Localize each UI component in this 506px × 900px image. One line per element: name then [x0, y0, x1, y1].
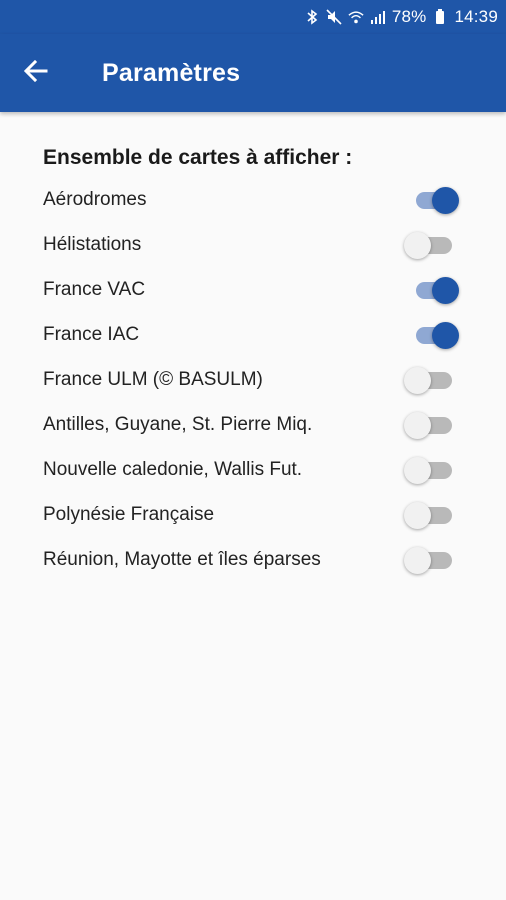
pref-label: Aérodromes [43, 188, 147, 210]
switch-thumb [432, 186, 459, 214]
switch-thumb [432, 321, 459, 349]
toggle-switch[interactable] [404, 497, 460, 533]
pref-row-aerodromes[interactable]: Aérodromes [0, 177, 506, 222]
pref-row-helistations[interactable]: Hélistations [0, 222, 506, 267]
switch-thumb [432, 276, 459, 304]
app-bar: Paramètres [0, 34, 506, 112]
bluetooth-icon [304, 9, 320, 25]
switch-thumb [404, 231, 431, 259]
clock: 14:39 [454, 7, 498, 26]
mute-icon [326, 9, 342, 25]
battery-percent: 78% [391, 7, 427, 26]
pref-row-france-ulm[interactable]: France ULM (© BASULM) [0, 357, 506, 402]
toggle-switch[interactable] [404, 182, 460, 218]
toggle-switch[interactable] [404, 227, 460, 263]
signal-icon [370, 9, 386, 25]
pref-row-antilles[interactable]: Antilles, Guyane, St. Pierre Miq. [0, 402, 506, 447]
battery-icon [432, 9, 448, 25]
pref-label: Hélistations [43, 233, 142, 255]
arrow-back-icon [23, 59, 48, 87]
pref-row-nouvelle-caledonie[interactable]: Nouvelle caledonie, Wallis Fut. [0, 447, 506, 492]
switch-thumb [404, 456, 431, 484]
status-bar: 78% 14:39 [0, 0, 506, 34]
switch-thumb [404, 501, 431, 529]
pref-row-france-iac[interactable]: France IAC [0, 312, 506, 357]
toggle-switch[interactable] [404, 542, 460, 578]
switch-thumb [404, 411, 431, 439]
wifi-icon [348, 9, 364, 25]
pref-label: Nouvelle caledonie, Wallis Fut. [43, 458, 303, 480]
toggle-switch[interactable] [404, 272, 460, 308]
pref-row-france-vac[interactable]: France VAC [0, 267, 506, 312]
pref-label: Réunion, Mayotte et îles éparses [43, 548, 321, 570]
pref-label: France VAC [43, 278, 146, 300]
pref-label: France IAC [43, 323, 140, 345]
toggle-switch[interactable] [404, 407, 460, 443]
pref-row-reunion[interactable]: Réunion, Mayotte et îles éparses [0, 537, 506, 582]
toggle-switch[interactable] [404, 362, 460, 398]
pref-row-polynesie[interactable]: Polynésie Française [0, 492, 506, 537]
page-title: Paramètres [102, 58, 241, 87]
section-title: Ensemble de cartes à afficher : [43, 146, 353, 169]
pref-label: Antilles, Guyane, St. Pierre Miq. [43, 413, 313, 435]
toggle-switch[interactable] [404, 452, 460, 488]
switch-thumb [404, 366, 431, 394]
back-button[interactable] [14, 45, 78, 101]
switch-thumb [404, 546, 431, 574]
pref-label: France ULM (© BASULM) [43, 368, 263, 390]
pref-label: Polynésie Française [43, 503, 215, 525]
toggle-switch[interactable] [404, 317, 460, 353]
